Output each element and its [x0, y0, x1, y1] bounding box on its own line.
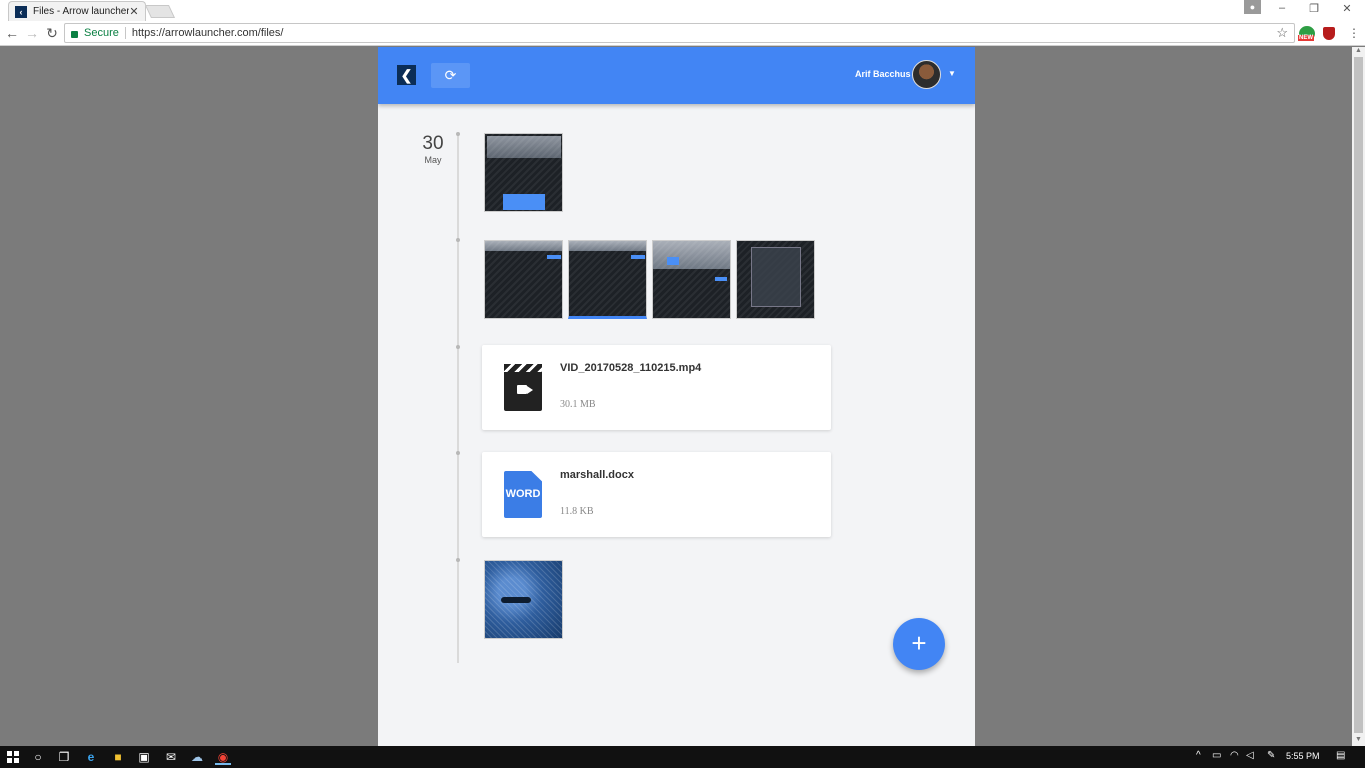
task-view-icon[interactable]: ❐ [56, 749, 72, 765]
wifi-icon[interactable]: ◠ [1230, 750, 1239, 761]
arrow-launcher-favicon-icon: ‹ [15, 5, 27, 18]
action-center-icon[interactable]: ▤ [1336, 750, 1345, 761]
timeline-dot [456, 451, 460, 455]
taskbar-clock[interactable]: 5:55 PM [1286, 751, 1320, 761]
bookmark-star-icon[interactable]: ☆ [1276, 25, 1288, 41]
battery-icon[interactable]: ▭ [1212, 750, 1221, 761]
timeline-dot [456, 345, 460, 349]
address-bar[interactable]: Secure https://arrowlauncher.com/files/ … [64, 23, 1295, 43]
tray-chevron-icon[interactable]: ^ [1196, 750, 1201, 761]
minimize-icon[interactable]: – [1272, 2, 1292, 14]
browser-tab-bar: ‹ Files - Arrow launcher ✕ ● – ❐ ✕ [0, 0, 1365, 21]
image-thumbnail[interactable] [652, 240, 731, 319]
account-caret-icon[interactable]: ▼ [948, 69, 956, 78]
browser-toolbar: ← → ↻ Secure https://arrowlauncher.com/f… [0, 21, 1365, 46]
scroll-up-icon[interactable]: ▲ [1355, 47, 1362, 54]
extension-icon[interactable]: NEW [1298, 26, 1315, 41]
file-card[interactable]: WORD marshall.docx 11.8 KB [482, 452, 831, 537]
timeline-dot [456, 132, 460, 136]
new-tab-button[interactable] [144, 5, 176, 18]
browser-tab[interactable]: ‹ Files - Arrow launcher ✕ [8, 1, 146, 21]
user-name[interactable]: Arif Bacchus [855, 69, 911, 79]
forward-arrow-icon[interactable]: → [24, 25, 40, 41]
timeline-dot [456, 558, 460, 562]
chrome-taskbar-icon[interactable]: ◉ [215, 749, 231, 765]
store-icon[interactable]: ▣ [136, 749, 152, 765]
reload-icon[interactable]: ↻ [44, 25, 60, 41]
file-name[interactable]: marshall.docx [560, 469, 634, 481]
extension-new-badge: NEW [1298, 35, 1314, 41]
timeline-line [457, 133, 459, 663]
timeline-date-month: May [424, 155, 442, 165]
secure-label: Secure [84, 27, 119, 39]
back-arrow-icon[interactable]: ← [4, 25, 20, 41]
url-text[interactable]: https://arrowlauncher.com/files/ [132, 27, 1276, 39]
refresh-button[interactable]: ⟳ [431, 63, 470, 88]
add-file-button[interactable]: + [893, 618, 945, 670]
lock-icon [71, 30, 78, 38]
image-thumbnail[interactable] [736, 240, 815, 319]
scrollbar-thumb[interactable] [1354, 57, 1363, 733]
tab-close-icon[interactable]: ✕ [129, 5, 139, 18]
avatar[interactable] [912, 60, 941, 89]
shield-extension-icon[interactable] [1323, 27, 1335, 40]
profile-icon[interactable]: ● [1244, 0, 1261, 14]
tab-title: Files - Arrow launcher [33, 6, 129, 17]
files-app: ❮ ⟳ Arif Bacchus ▼ 30 May VID_20170528_1… [378, 47, 975, 746]
app-header: ❮ ⟳ Arif Bacchus ▼ [378, 47, 975, 104]
restore-icon[interactable]: ❐ [1304, 2, 1324, 15]
scroll-down-icon[interactable]: ▼ [1355, 736, 1362, 743]
timeline-dot [456, 238, 460, 242]
weather-app-icon[interactable]: ☁ [189, 749, 205, 765]
start-windows-icon[interactable] [7, 751, 19, 763]
word-document-icon: WORD [504, 471, 542, 518]
timeline-date-day: 30 [422, 133, 444, 154]
file-size: 11.8 KB [560, 506, 594, 517]
image-thumbnail[interactable] [484, 240, 563, 319]
pen-ink-icon[interactable]: ✎ [1267, 750, 1275, 761]
cortana-circle-icon[interactable]: ○ [30, 749, 46, 765]
close-window-icon[interactable]: ✕ [1337, 2, 1357, 15]
volume-icon[interactable]: ◁ [1246, 750, 1254, 761]
address-divider [124, 27, 126, 39]
edge-browser-icon[interactable]: e [83, 749, 99, 765]
video-file-icon [504, 364, 542, 411]
file-name[interactable]: VID_20170528_110215.mp4 [560, 362, 701, 374]
windows-taskbar: ○ ❐ e ■ ▣ ✉ ☁ ◉ ^ ▭ ◠ ◁ ✎ 5:55 PM ▤ [0, 746, 1365, 768]
file-size: 30.1 MB [560, 399, 596, 410]
image-thumbnail[interactable] [568, 240, 647, 319]
page-scrollbar[interactable]: ▲ ▼ [1352, 47, 1365, 746]
file-card[interactable]: VID_20170528_110215.mp4 30.1 MB [482, 345, 831, 430]
file-explorer-icon[interactable]: ■ [110, 749, 126, 765]
arrow-launcher-logo-icon[interactable]: ❮ [397, 65, 416, 85]
mail-icon[interactable]: ✉ [163, 749, 179, 765]
image-thumbnail[interactable] [484, 133, 563, 212]
image-thumbnail[interactable] [484, 560, 563, 639]
chrome-menu-icon[interactable]: ⋮ [1348, 26, 1360, 40]
